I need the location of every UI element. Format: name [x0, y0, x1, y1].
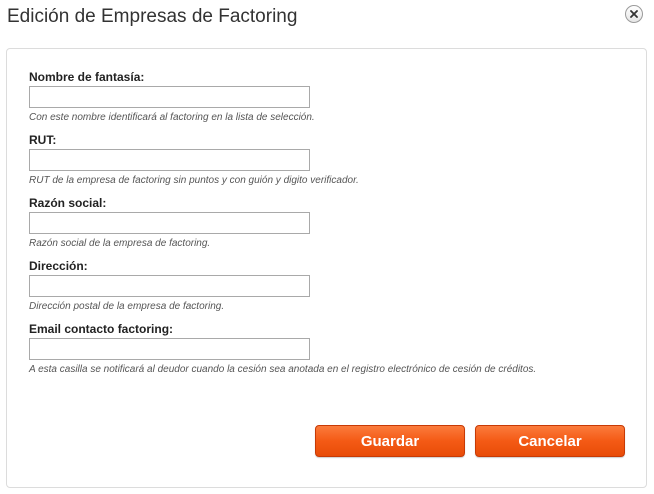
field-help-direccion: Dirección postal de la empresa de factor…	[29, 301, 225, 312]
field-label-email-contacto: Email contacto factoring:	[29, 322, 174, 336]
form-panel: Nombre de fantasía: Con este nombre iden…	[6, 48, 647, 488]
field-email-contacto: Email contacto factoring: A esta casilla…	[29, 322, 559, 376]
field-direccion: Dirección: Dirección postal de la empres…	[29, 259, 559, 313]
field-help-razon-social: Razón social de la empresa de factoring.	[29, 238, 211, 249]
field-nombre-fantasia: Nombre de fantasía: Con este nombre iden…	[29, 70, 559, 124]
razon-social-input[interactable]	[29, 212, 310, 234]
field-label-nombre-fantasia: Nombre de fantasía:	[29, 70, 145, 84]
close-button[interactable]	[625, 5, 643, 23]
close-icon	[630, 10, 638, 18]
field-razon-social: Razón social: Razón social de la empresa…	[29, 196, 559, 250]
dialog-title: Edición de Empresas de Factoring	[7, 6, 298, 27]
direccion-input[interactable]	[29, 275, 310, 297]
save-button[interactable]: Guardar	[315, 425, 465, 457]
email-contacto-input[interactable]	[29, 338, 310, 360]
field-help-rut: RUT de la empresa de factoring sin punto…	[29, 175, 359, 186]
field-rut: RUT: RUT de la empresa de factoring sin …	[29, 133, 559, 187]
field-label-rut: RUT:	[29, 133, 57, 147]
field-help-nombre-fantasia: Con este nombre identificará al factorin…	[29, 112, 315, 123]
field-label-direccion: Dirección:	[29, 259, 88, 273]
rut-input[interactable]	[29, 149, 310, 171]
cancel-button[interactable]: Cancelar	[475, 425, 625, 457]
field-help-email-contacto: A esta casilla se notificará al deudor c…	[29, 364, 537, 375]
edit-factoring-dialog: Edición de Empresas de Factoring Nombre …	[0, 0, 654, 494]
nombre-fantasia-input[interactable]	[29, 86, 310, 108]
field-label-razon-social: Razón social:	[29, 196, 107, 210]
